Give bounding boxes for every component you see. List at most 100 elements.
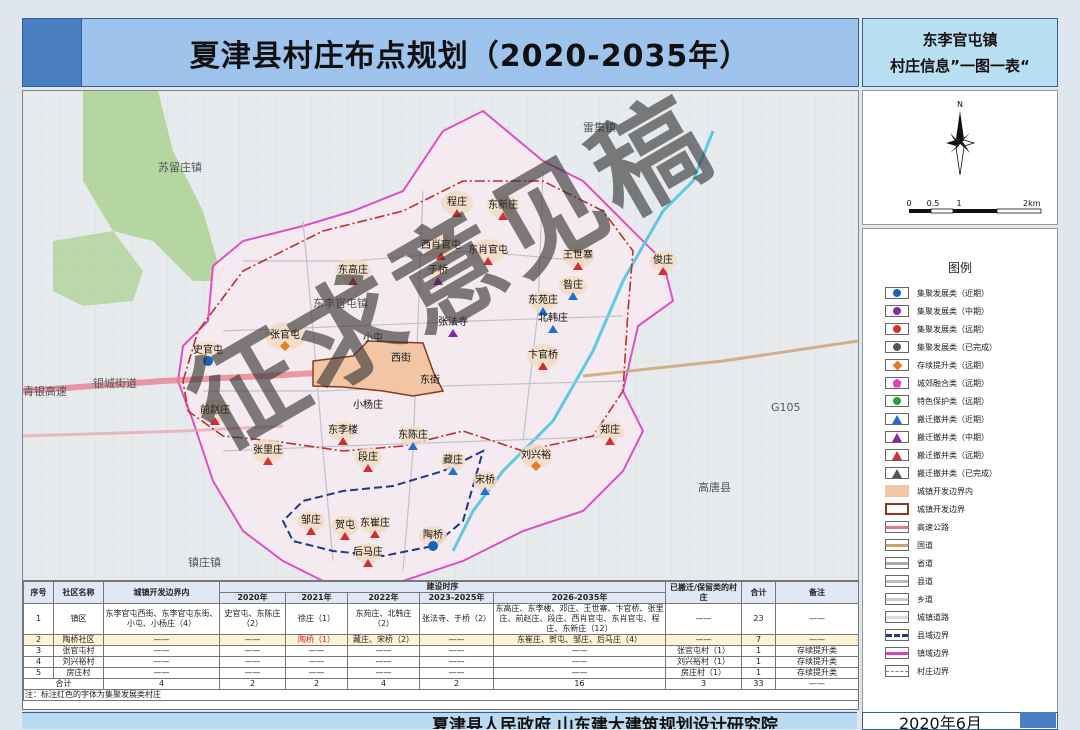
region-label: 雷集镇 — [583, 120, 616, 134]
legend-item: 搬迁撤并类（远期） — [885, 447, 989, 463]
village-label: 宋桥 — [475, 473, 495, 486]
cell-moved: 房庄村（1） — [665, 667, 742, 679]
north-label: N — [957, 100, 963, 109]
legend-label: 村庄边界 — [917, 666, 949, 676]
village-label: 昝庄 — [563, 278, 583, 291]
legend-label: 县域边界 — [917, 630, 949, 640]
cell-total: 1 — [741, 656, 776, 668]
village-label: 俊庄 — [653, 253, 673, 266]
cell-2021: —— — [285, 656, 348, 668]
legend-item: 集聚发展类（已完成） — [885, 339, 997, 355]
cell-name: 镇区 — [53, 603, 104, 635]
legend-item: 乡道 — [885, 591, 933, 607]
cell-2021: 陶桥（1） — [285, 634, 348, 646]
legend-item: 高速公路 — [885, 519, 949, 535]
cell-total: 1 — [741, 667, 776, 679]
cell-note: 存续提升类 — [775, 667, 858, 679]
cell-2026: 东高庄、东李楼、邓庄、王世寨、卞官桥、张里庄、前赵庄、段庄、西肖官屯、东肖官屯、… — [493, 603, 666, 635]
th-total: 合计 — [741, 581, 776, 604]
village-label: 东肖官屯 — [468, 243, 508, 256]
village-label: 郑庄 — [600, 423, 620, 436]
north-arrow-icon — [946, 111, 976, 176]
region-label: 镇庄镇 — [188, 555, 221, 569]
legend-item: 省道 — [885, 555, 933, 571]
legend-item: 搬迁撤并类（近期） — [885, 411, 989, 427]
village-label: 西街 — [391, 351, 411, 364]
village-label: 东高庄 — [338, 263, 368, 276]
cell-sum-moved: 3 — [665, 678, 742, 690]
cell-2020: —— — [219, 656, 286, 668]
cell-2022: 东苑庄、北韩庄（2） — [347, 603, 420, 635]
cell-no: 4 — [23, 656, 54, 668]
legend-item: 国道 — [885, 537, 933, 553]
region-label: 银城街道 — [93, 376, 137, 390]
cell-total: 23 — [741, 603, 776, 635]
legend-item: 特色保护类（远期） — [885, 393, 989, 409]
legend-item: 集聚发展类（中期） — [885, 303, 989, 319]
cell-sum-boundary: 4 — [103, 678, 220, 690]
village-label: 段庄 — [358, 450, 378, 463]
cell-2021: —— — [285, 667, 348, 679]
town-info-box: 东李官屯镇 村庄信息”一图一表“ — [862, 18, 1058, 87]
legend-label: 高速公路 — [917, 522, 949, 532]
village-label: 东陈庄 — [398, 428, 428, 441]
village-marker — [203, 356, 213, 366]
legend-label: 集聚发展类（已完成） — [917, 342, 997, 352]
legend-item: 城镇开发边界 — [885, 501, 965, 517]
village-label: 史官屯 — [193, 343, 223, 356]
village-label: 东李楼 — [328, 423, 358, 436]
region-label: 青银高速 — [23, 384, 67, 398]
header-accent — [22, 18, 82, 87]
legend-symbol — [885, 593, 909, 605]
village-label: 东崔庄 — [360, 516, 390, 529]
cell-boundary: —— — [103, 667, 220, 679]
legend-label: 乡道 — [917, 594, 933, 604]
legend-symbol — [885, 557, 909, 569]
village-label: 张里庄 — [253, 443, 283, 456]
cell-sum-2023: 2 — [419, 678, 494, 690]
cell-2021: 徐庄（1） — [285, 603, 348, 635]
legend-symbol — [885, 395, 909, 407]
village-layout-map[interactable]: 程庄 东新庄 西肖官屯 东肖官屯 东高庄 于桥 王世寨 俊庄 昝庄 东苑庄 北韩庄 张法寺 张官屯 小屯西… — [22, 90, 859, 582]
village-label: 东街 — [420, 373, 440, 386]
legend-item: 县域边界 — [885, 627, 949, 643]
village-label: 小屯 — [363, 331, 383, 344]
cell-sum-label: 合计 — [23, 678, 104, 690]
cell-note: —— — [775, 603, 858, 635]
legend-symbol — [885, 377, 909, 389]
cell-no: 2 — [23, 634, 54, 646]
legend-panel: 图例 集聚发展类（近期） 集聚发展类（中期） 集聚发展类（远期） 集聚发展类（已完成）… — [862, 228, 1058, 714]
cell-sum-2020: 2 — [219, 678, 286, 690]
scale-bar — [909, 208, 1042, 214]
town-name: 东李官屯镇 — [922, 30, 998, 49]
th-community: 社区名称 — [53, 581, 104, 604]
legend-symbol — [885, 665, 909, 677]
cell-moved: 刘兴裕村（1） — [665, 656, 742, 668]
village-label: 前赵庄 — [200, 403, 230, 416]
legend-title: 图例 — [947, 261, 972, 275]
th-2022: 2022年 — [347, 592, 420, 604]
legend-label: 特色保护类（远期） — [917, 396, 989, 406]
village-label: 贺屯 — [335, 518, 355, 531]
region-label: 高唐县 — [698, 480, 731, 494]
th-2020: 2020年 — [219, 592, 286, 604]
cell-2020: —— — [219, 667, 286, 679]
table-row: 4 刘兴裕村 —— —— —— —— —— —— 刘兴裕村（1） 1 存续提升类 — [23, 656, 858, 668]
village-table: 序号 社区名称 城镇开发边界内 建设时序 已搬迁/保留类的村庄 合计 备注 20… — [23, 581, 858, 701]
village-label: 东苑庄 — [528, 293, 558, 306]
footer-institute: 夏津县人民政府 山东建大建筑规划设计研究院 — [432, 716, 778, 729]
map-canvas: 程庄 东新庄西肖官屯 东肖官屯东高庄 于桥 王世寨 俊庄昝庄东苑庄北韩庄 张法寺张官屯 小屯西… — [23, 91, 858, 581]
cell-note: 存续提升类 — [775, 645, 858, 657]
village-label: 东新庄 — [488, 198, 518, 211]
cell-2023: —— — [419, 634, 494, 646]
legend-symbol — [885, 647, 909, 659]
village-label: 后马庄 — [353, 545, 383, 558]
legend-symbol — [885, 467, 909, 479]
village-label: 程庄 — [447, 195, 467, 208]
legend-label: 县道 — [917, 576, 933, 586]
cell-sum-note: —— — [775, 678, 858, 690]
cell-sum-total: 33 — [741, 678, 776, 690]
legend-item: 搬迁撤并类（中期） — [885, 429, 989, 445]
cell-2023: —— — [419, 656, 494, 668]
legend-label: 搬迁撤并类（近期） — [917, 414, 989, 424]
